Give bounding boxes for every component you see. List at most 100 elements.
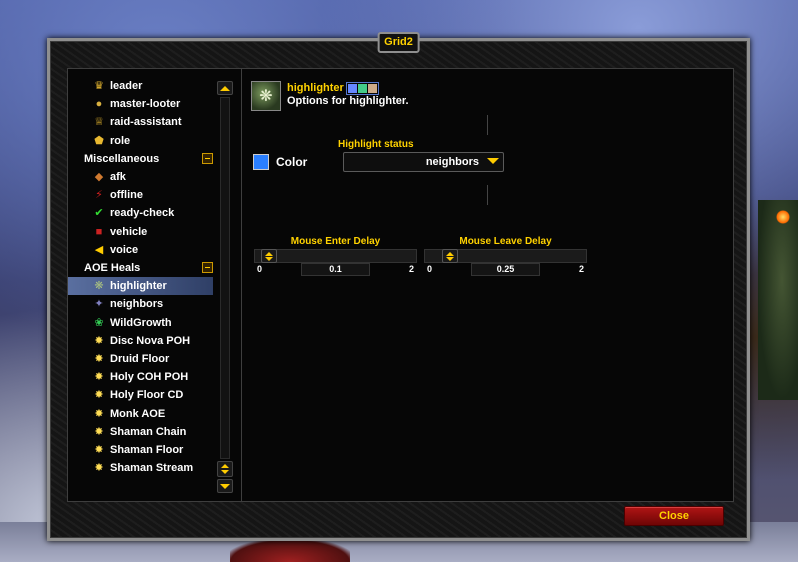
status-type-badge-icon xyxy=(358,84,367,93)
tree-item[interactable]: ✦ neighbors xyxy=(68,295,213,313)
npc-character xyxy=(758,200,798,400)
tree-category-label: AOE Heals xyxy=(84,262,141,274)
status-type-badges xyxy=(346,82,379,95)
highlight-status-label: Highlight status xyxy=(338,139,414,150)
tree-item[interactable]: ✸ Holy COH POH xyxy=(68,368,213,386)
player-character-backdrop xyxy=(230,540,350,562)
tree-item-label: neighbors xyxy=(110,298,164,311)
arrow-up-icon xyxy=(446,251,454,256)
holy-burst-icon: ✸ xyxy=(94,425,104,438)
tree-item[interactable]: ♛ leader xyxy=(68,77,213,95)
holy-burst-icon: ✸ xyxy=(94,407,104,420)
arrow-down-icon xyxy=(221,470,229,474)
arrow-up-icon xyxy=(265,251,273,256)
afk-icon: ◆ xyxy=(94,171,104,183)
arrow-down-icon xyxy=(265,256,273,261)
slider-min: 0 xyxy=(427,264,433,274)
arrow-up-icon xyxy=(221,464,229,468)
tree-item[interactable]: ✔ ready-check xyxy=(68,204,213,222)
scroll-down-button[interactable] xyxy=(217,479,233,493)
holy-burst-icon: ✸ xyxy=(94,353,104,365)
tree-item[interactable]: ⬟ role xyxy=(68,132,213,150)
tree-item[interactable]: ◀ voice xyxy=(68,241,213,259)
highlight-status-value: neighbors xyxy=(425,156,479,168)
assistant-crown-icon: ♕ xyxy=(94,116,104,129)
tree-item-label: ready-check xyxy=(110,207,175,220)
chevron-down-icon[interactable] xyxy=(487,158,499,164)
holy-burst-icon: ✸ xyxy=(94,389,104,402)
arrow-down-icon xyxy=(446,256,454,261)
status-type-badge-icon xyxy=(368,84,377,93)
tree-item-label: WildGrowth xyxy=(110,316,172,329)
tree-item-label: leader xyxy=(110,80,143,92)
collapse-icon[interactable] xyxy=(202,152,213,164)
slider-max: 2 xyxy=(578,264,584,274)
slider-max: 2 xyxy=(408,264,414,274)
holy-burst-icon: ✸ xyxy=(94,444,104,456)
mouse-enter-delay-input[interactable]: 0.1 xyxy=(301,263,370,276)
tree-item-label: offline xyxy=(110,189,143,202)
mouse-enter-delay-slider[interactable]: Mouse Enter Delay 0 0.1 2 xyxy=(254,236,417,276)
tree-item[interactable]: ✸ Shaman Chain xyxy=(68,423,213,441)
tree-item-label: Druid Floor xyxy=(110,353,170,365)
tree-item[interactable]: ◆ afk xyxy=(68,168,213,186)
slider-thumb[interactable] xyxy=(442,249,458,263)
option-description: Options for highlighter. xyxy=(287,95,409,107)
arrow-up-icon xyxy=(220,85,230,91)
offline-icon: ⚡ xyxy=(95,189,103,202)
tree-item[interactable]: ❀ WildGrowth xyxy=(68,314,213,332)
tree-item[interactable]: ⚡ offline xyxy=(68,186,213,204)
scroll-thumb[interactable] xyxy=(217,461,233,477)
tree-item[interactable]: ✸ Holy Floor CD xyxy=(68,386,213,404)
color-option[interactable]: Color xyxy=(253,154,307,170)
highlight-status-dropdown[interactable]: neighbors xyxy=(343,152,504,172)
tree-item[interactable]: ✸ Disc Nova POH xyxy=(68,332,213,350)
window-title[interactable]: Grid2 xyxy=(377,32,420,53)
wild-growth-icon: ❀ xyxy=(94,316,104,329)
ready-check-icon: ✔ xyxy=(94,207,104,220)
tree-item[interactable]: ■ vehicle xyxy=(68,223,213,241)
tree-category[interactable]: Miscellaneous xyxy=(68,150,213,168)
slider-min: 0 xyxy=(257,264,263,274)
mouse-leave-delay-input[interactable]: 0.25 xyxy=(471,263,540,276)
tree-scrollbar[interactable] xyxy=(217,81,233,493)
options-content: ❋ highlighter Options for highlighter. C… xyxy=(243,69,733,501)
grid2-options-window: Grid2 ♛ leader ● master-looter ♕ raid-assista… xyxy=(47,32,750,541)
slider-thumb[interactable] xyxy=(261,249,277,263)
collapse-icon[interactable] xyxy=(202,262,213,273)
tree-item[interactable]: ♕ raid-assistant xyxy=(68,113,213,131)
divider xyxy=(487,115,488,135)
options-container: ♛ leader ● master-looter ♕ raid-assistant ⬟ rol… xyxy=(67,68,734,502)
options-tree: ♛ leader ● master-looter ♕ raid-assistant ⬟ rol… xyxy=(68,69,242,501)
mouse-leave-delay-slider[interactable]: Mouse Leave Delay 0 0.25 2 xyxy=(424,236,587,276)
holy-burst-icon: ✸ xyxy=(94,462,104,475)
slider-track[interactable] xyxy=(254,249,417,263)
scroll-track[interactable] xyxy=(220,97,230,459)
tree-item-label: role xyxy=(110,134,131,147)
loot-bag-icon: ● xyxy=(95,98,103,111)
tree-item-label: voice xyxy=(110,243,139,256)
mouse-leave-delay-label: Mouse Leave Delay xyxy=(459,236,552,247)
tree-item-label: master-looter xyxy=(110,98,181,111)
mouse-enter-delay-label: Mouse Enter Delay xyxy=(290,236,381,247)
highlighter-icon: ❋ xyxy=(251,81,281,111)
tree-item[interactable]: ✸ Monk AOE xyxy=(68,405,213,423)
tree-item[interactable]: ✸ Shaman Stream xyxy=(68,459,213,477)
crown-icon: ♛ xyxy=(94,80,104,92)
role-shield-icon: ⬟ xyxy=(94,134,104,147)
color-label: Color xyxy=(276,155,308,169)
voice-icon: ◀ xyxy=(94,243,104,256)
tree-item-label: raid-assistant xyxy=(110,116,182,129)
tree-item-label: Monk AOE xyxy=(110,407,166,420)
highlighter-icon: ❋ xyxy=(94,280,104,293)
tree-item-label: Holy Floor CD xyxy=(110,389,184,402)
tree-category[interactable]: AOE Heals xyxy=(68,259,213,277)
scroll-up-button[interactable] xyxy=(217,81,233,95)
tree-item[interactable]: ✸ Shaman Floor xyxy=(68,441,213,459)
tree-item[interactable]: ✸ Druid Floor xyxy=(68,350,213,368)
color-swatch[interactable] xyxy=(253,154,269,170)
close-button[interactable]: Close xyxy=(624,506,724,526)
tree-item[interactable]: ❋ highlighter xyxy=(68,277,213,296)
tree-item-label: Shaman Chain xyxy=(110,425,187,438)
tree-item[interactable]: ● master-looter xyxy=(68,95,213,113)
